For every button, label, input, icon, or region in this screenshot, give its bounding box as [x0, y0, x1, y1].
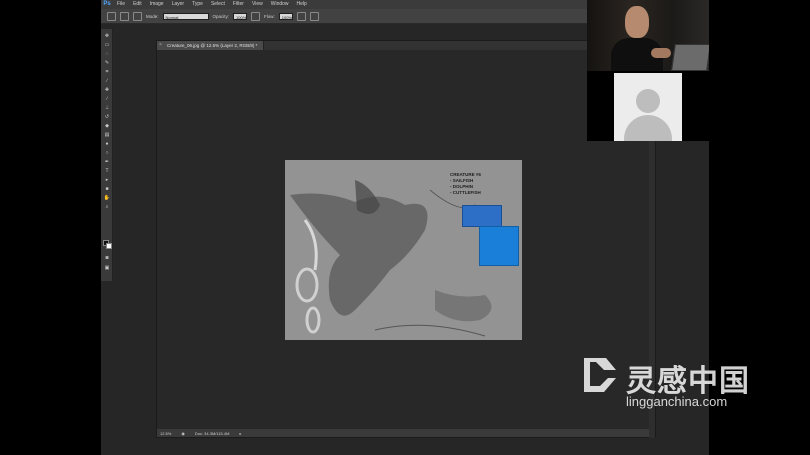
- pressure-size-icon[interactable]: [309, 11, 319, 21]
- artboard[interactable]: CREATURE #6 - SAILFISH - DOLPHIN - CUTTL…: [285, 160, 522, 340]
- menu-file[interactable]: File: [113, 0, 129, 9]
- doc-size: Doc: 34.3M/115.4M: [194, 430, 230, 436]
- quick-select-icon[interactable]: ✎: [103, 60, 111, 67]
- hand-icon[interactable]: ✋: [103, 195, 111, 202]
- note-item: - CUTTLEFISH: [450, 190, 481, 195]
- eyedropper-icon[interactable]: ∕: [103, 78, 111, 85]
- watermark-text-en: lingganchina.com: [626, 394, 728, 409]
- blur-icon[interactable]: ●: [103, 141, 111, 148]
- brush-preset-icon[interactable]: [107, 11, 116, 21]
- avatar: [614, 73, 682, 141]
- screen-mode-icon[interactable]: ▣: [103, 265, 111, 272]
- brush-panel-icon[interactable]: [133, 11, 142, 21]
- tools-panel: ✥ ▭ ◌ ✎ ⌗ ∕ ✚ ∕ ⊥ ↺ ◆ ▤ ● ○ ✒ T ▸ ■ ✋ ⌕ …: [101, 29, 113, 281]
- drawing-tablet: [671, 44, 709, 71]
- participant-panel: [587, 71, 709, 141]
- pen-icon[interactable]: ✒: [103, 159, 111, 166]
- menu-edit[interactable]: Edit: [129, 0, 146, 9]
- gradient-icon[interactable]: ▤: [103, 132, 111, 139]
- marquee-icon[interactable]: ▭: [103, 42, 111, 49]
- document-tab[interactable]: × Creature_06.jpg @ 12.5% (Layer 2, RGB/…: [157, 41, 265, 50]
- artboard-notes: CREATURE #6 - SAILFISH - DOLPHIN - CUTTL…: [450, 172, 481, 196]
- reference-image-2: [479, 226, 519, 266]
- history-brush-icon[interactable]: ↺: [103, 114, 111, 121]
- menu-window[interactable]: Window: [267, 0, 293, 9]
- menu-filter[interactable]: Filter: [229, 0, 248, 9]
- opacity-field[interactable]: 100%: [233, 12, 248, 20]
- pressure-opacity-icon[interactable]: [251, 11, 261, 21]
- shape-icon[interactable]: ■: [103, 186, 111, 193]
- zoom-icon[interactable]: ⌕: [103, 204, 111, 211]
- eraser-icon[interactable]: ◆: [103, 123, 111, 130]
- menu-select[interactable]: Select: [207, 0, 229, 9]
- brush-icon[interactable]: ∕: [103, 96, 111, 103]
- airbrush-icon[interactable]: [296, 11, 306, 21]
- menu-type[interactable]: Type: [188, 0, 207, 9]
- healing-icon[interactable]: ✚: [103, 87, 111, 94]
- lasso-icon[interactable]: ◌: [103, 51, 111, 58]
- watermark-logo-icon: [584, 358, 616, 392]
- crop-icon[interactable]: ⌗: [103, 69, 111, 76]
- mode-label: Mode:: [146, 13, 159, 19]
- menu-image[interactable]: Image: [146, 0, 168, 9]
- avatar-body-icon: [624, 115, 672, 141]
- background-color-swatch[interactable]: [106, 243, 112, 249]
- close-icon[interactable]: ×: [159, 43, 164, 48]
- menu-view[interactable]: View: [248, 0, 267, 9]
- watermark: 灵感中国 lingganchina.com: [576, 352, 786, 412]
- quick-mask-icon[interactable]: ◙: [103, 255, 111, 262]
- document-tab-title: Creature_06.jpg @ 12.5% (Layer 2, RGB/8)…: [167, 43, 258, 48]
- avatar-head-icon: [636, 89, 660, 113]
- letterbox-left: [0, 0, 101, 455]
- ps-logo: Ps: [103, 1, 111, 7]
- path-select-icon[interactable]: ▸: [103, 177, 111, 184]
- status-menu-arrow-icon[interactable]: ▸: [239, 431, 241, 436]
- flow-label: Flow:: [264, 13, 275, 19]
- stamp-icon[interactable]: ⊥: [103, 105, 111, 112]
- zoom-level[interactable]: 12.5%: [160, 431, 171, 436]
- move-icon[interactable]: ✥: [103, 33, 111, 40]
- flow-field[interactable]: 100%: [278, 12, 293, 20]
- status-icon[interactable]: ◉: [181, 431, 185, 436]
- reference-image-1: [462, 205, 502, 227]
- menu-help[interactable]: Help: [293, 0, 311, 9]
- brush-size-icon[interactable]: [120, 11, 129, 21]
- opacity-label: Opacity:: [212, 13, 230, 19]
- document-status-bar: 12.5% ◉ Doc: 34.3M/115.4M ▸: [157, 429, 655, 437]
- webcam-feed: [587, 0, 709, 71]
- mode-select[interactable]: Normal: [162, 12, 209, 20]
- presenter-hand: [651, 48, 671, 58]
- type-icon[interactable]: T: [103, 168, 111, 175]
- dodge-icon[interactable]: ○: [103, 150, 111, 157]
- presenter-face: [625, 6, 649, 38]
- menu-layer[interactable]: Layer: [168, 0, 189, 9]
